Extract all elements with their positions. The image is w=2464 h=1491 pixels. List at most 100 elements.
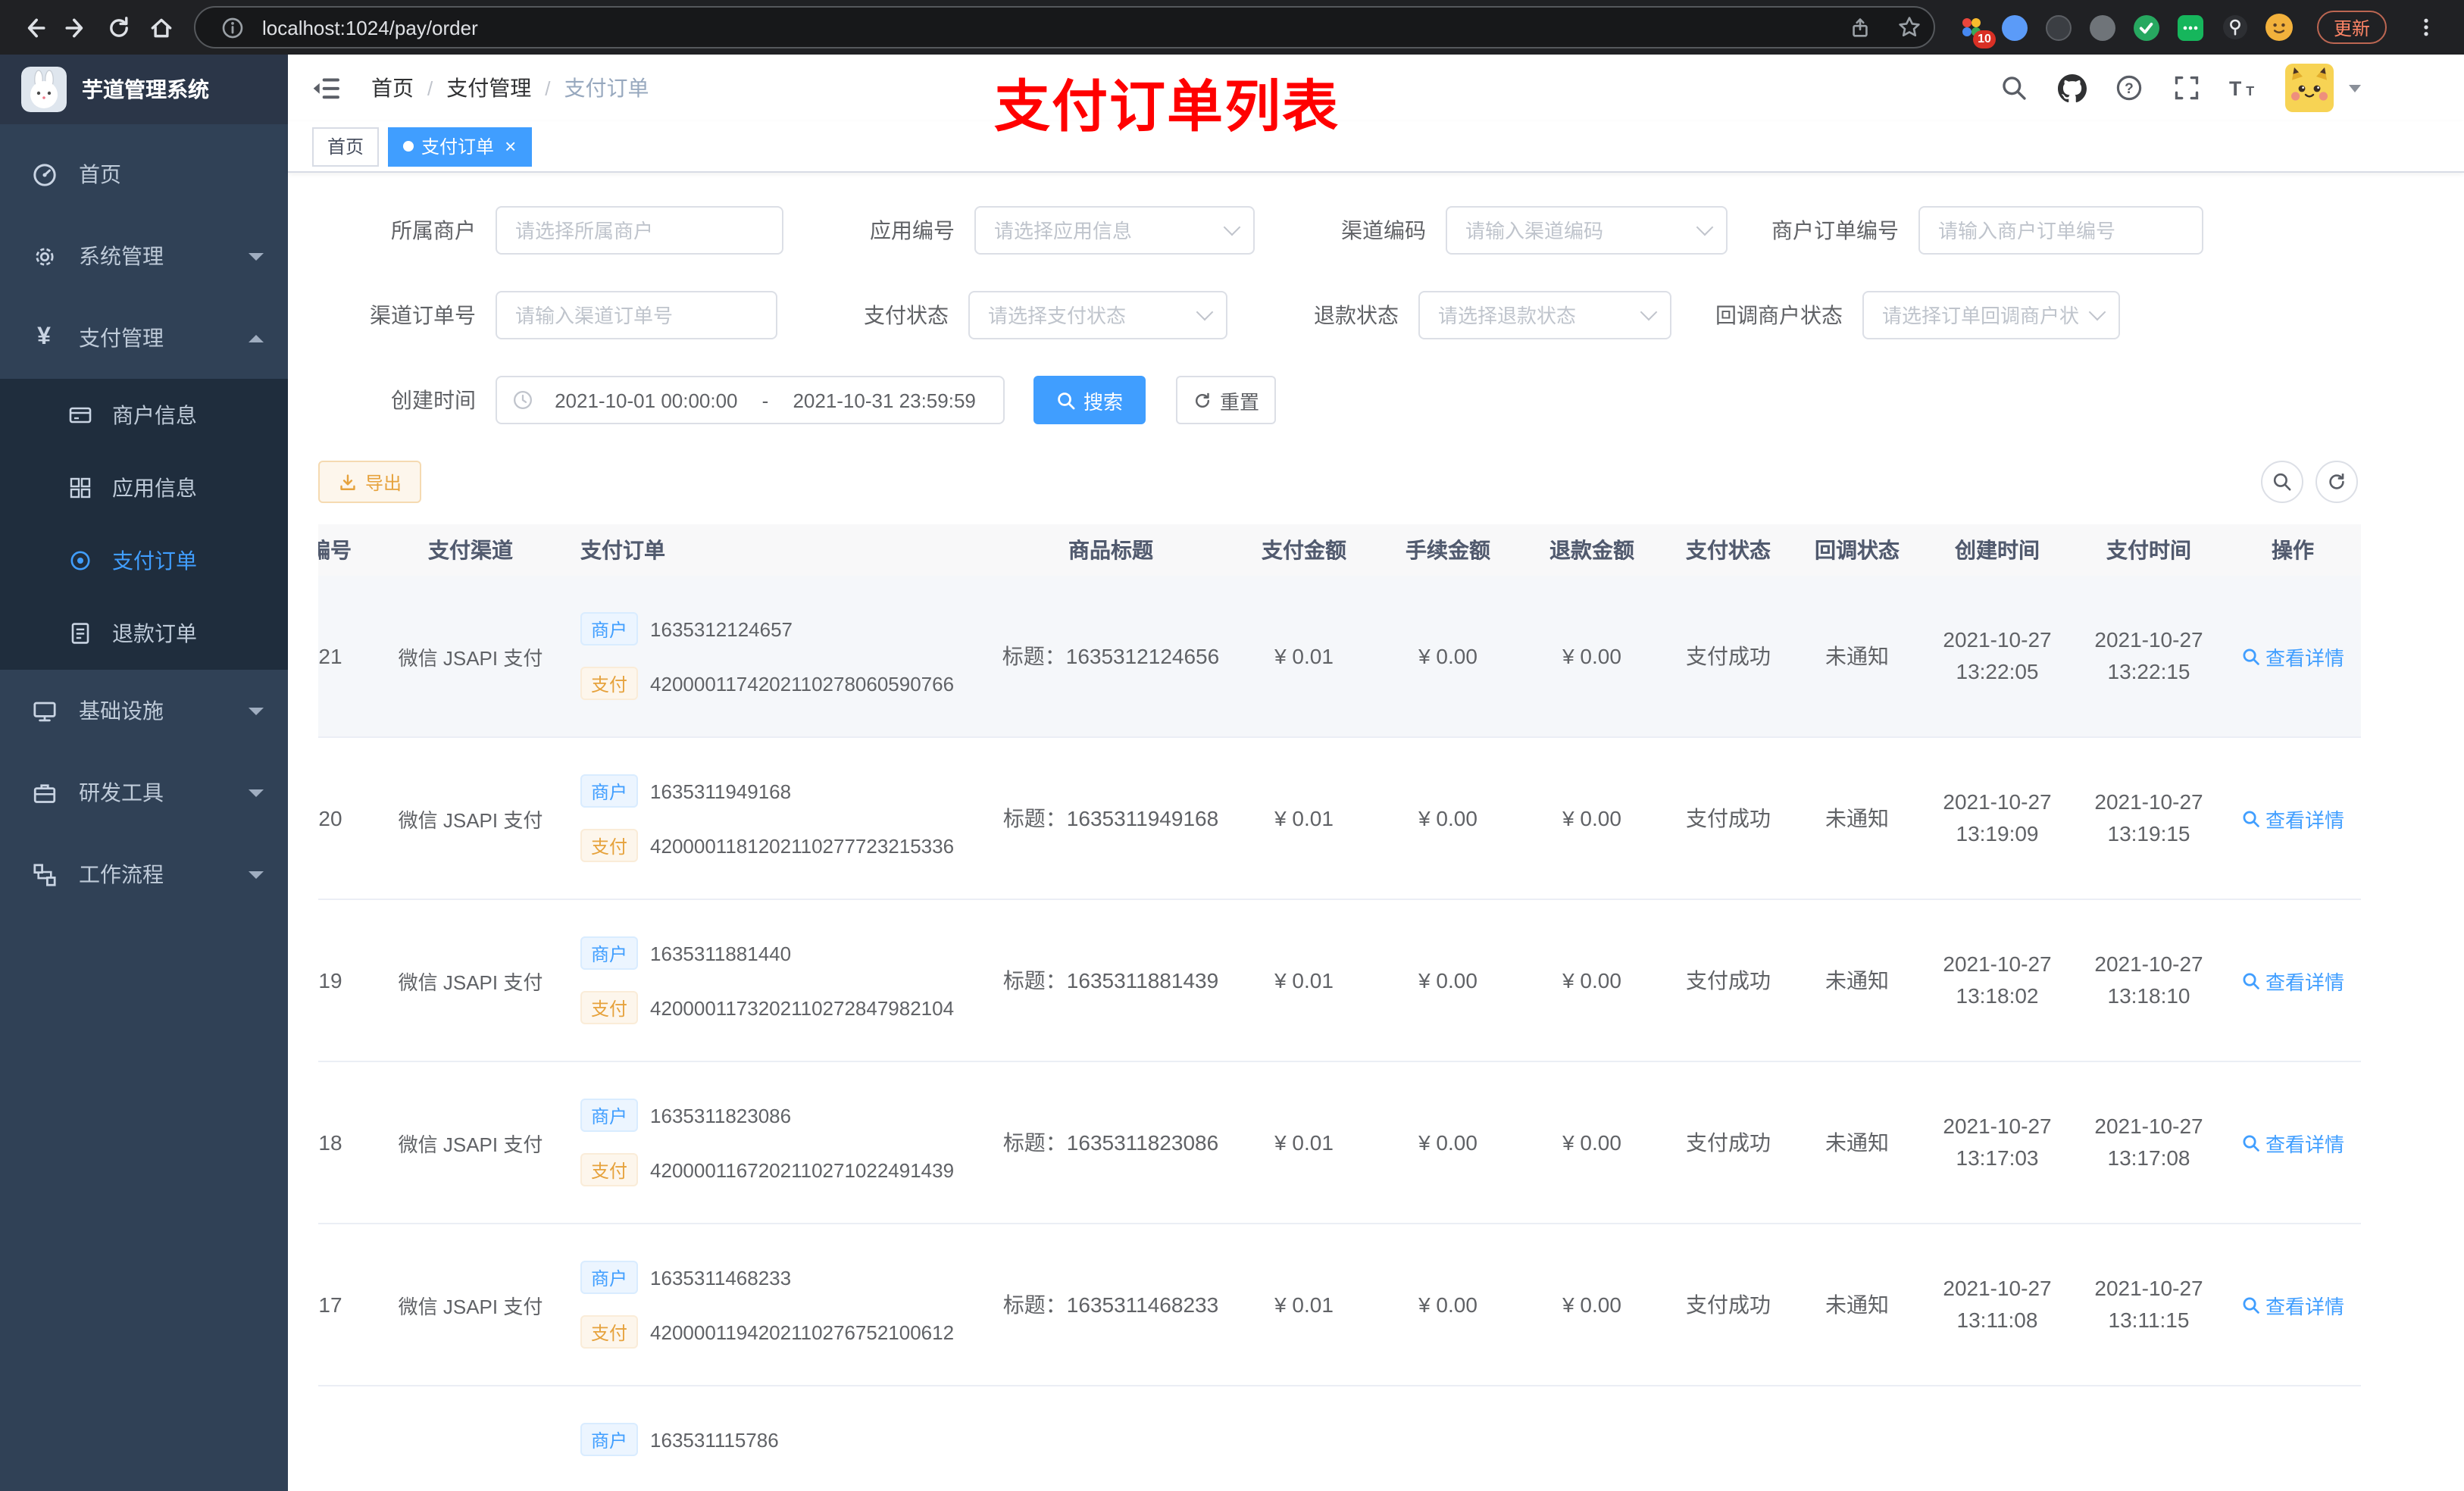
breadcrumb-item-pay-management[interactable]: 支付管理 [446, 73, 531, 103]
pay-status-cell: 支付成功 [1686, 1293, 1771, 1317]
user-avatar[interactable] [2285, 64, 2334, 112]
sidebar-item-home[interactable]: 首页 [0, 133, 288, 215]
order-id-cell: 19 [318, 968, 342, 992]
tab-pay-order[interactable]: 支付订单 × [388, 127, 532, 166]
sidebar-item-system[interactable]: 系统管理 [0, 215, 288, 297]
view-detail-link[interactable]: 查看详情 [2241, 804, 2344, 833]
help-icon[interactable]: ? [2112, 71, 2146, 105]
filter-merchant: 所属商户 [318, 206, 783, 255]
col-header-pay-status: 支付状态 [1686, 538, 1771, 562]
view-detail-link[interactable]: 查看详情 [2241, 1290, 2344, 1319]
sidebar-item-app-info[interactable]: 应用信息 [0, 452, 288, 524]
site-info-icon[interactable] [214, 9, 250, 45]
export-button[interactable]: 导出 [318, 461, 422, 503]
breadcrumb-item-home[interactable]: 首页 [371, 73, 414, 103]
notify-status-select[interactable] [1862, 291, 2120, 339]
view-detail-label: 查看详情 [2265, 808, 2344, 831]
browser-home-icon[interactable] [139, 6, 182, 48]
filter-refund-status: 退款状态 [1241, 291, 1671, 339]
browser-reload-icon[interactable] [97, 6, 139, 48]
create-time-cell: 2021-10-27 13:17:03 [1943, 1114, 2052, 1170]
refresh-button[interactable] [2315, 461, 2358, 503]
table-header: 编号 支付渠道 支付订单 商品标题 支付金额 手续金额 退款金额 支付状态 回调… [318, 524, 2361, 576]
browser-update-button[interactable]: 更新 [2316, 11, 2387, 44]
channel-code-select[interactable] [1446, 206, 1728, 255]
view-detail-link[interactable]: 查看详情 [2241, 642, 2344, 670]
merchant-order-no: 1635311468233 [650, 1266, 792, 1289]
hide-search-button[interactable] [2261, 461, 2303, 503]
pay-time-cell: 2021-10-27 13:11:15 [2094, 1276, 2203, 1332]
channel-order-no-input[interactable] [496, 291, 777, 339]
breadcrumb-separator: / [545, 77, 551, 99]
merchant-select[interactable] [496, 206, 783, 255]
avatar-caret-down-icon[interactable] [2349, 84, 2361, 92]
merchant-order-no-input[interactable] [1918, 206, 2203, 255]
extension-icon-1[interactable]: 10 [1956, 12, 1996, 48]
extension-icon-6[interactable] [2176, 12, 2206, 42]
sidebar-item-label: 系统管理 [79, 244, 164, 268]
table-toolbar: 导出 [318, 461, 2434, 503]
extension-icon-4[interactable] [2088, 12, 2118, 42]
browser-address-bar[interactable]: localhost:1024/pay/order [194, 6, 1935, 48]
search-button[interactable]: 搜索 [1033, 376, 1146, 424]
date-separator: - [761, 389, 769, 411]
sidebar-item-infrastructure[interactable]: 基础设施 [0, 670, 288, 752]
tab-home[interactable]: 首页 [312, 127, 380, 166]
filter-pay-status: 支付状态 [791, 291, 1227, 339]
search-icon[interactable] [1997, 71, 2031, 105]
filter-row-3: 创建时间 2021-10-01 00:00:00 - 2021-10-31 23… [318, 376, 2434, 424]
pay-channel-cell: 微信 JSAPI 支付 [398, 808, 543, 831]
breadcrumb-item-pay-order: 支付订单 [564, 76, 649, 100]
refund-amount-cell: ¥ 0.00 [1562, 644, 1621, 668]
browser-back-icon[interactable] [12, 6, 55, 48]
bookmark-star-icon[interactable] [1891, 9, 1928, 45]
browser-menu-icon[interactable] [2409, 6, 2443, 48]
url-text[interactable]: localhost:1024/pay/order [262, 16, 1831, 39]
font-size-icon[interactable]: TT [2228, 71, 2261, 105]
sidebar-item-refund-order[interactable]: 退款订单 [0, 597, 288, 670]
filter-label: 应用编号 [870, 218, 955, 242]
share-icon[interactable] [1843, 9, 1879, 45]
filter-label: 支付状态 [864, 303, 949, 327]
sidebar-toggle-icon[interactable] [312, 75, 341, 101]
logo-image [21, 67, 67, 112]
pay-amount-cell: ¥ 0.01 [1274, 644, 1334, 668]
product-title-cell: 标题：1635311949168 [1002, 806, 1219, 830]
pay-status-select[interactable] [968, 291, 1227, 339]
notify-status-cell: 未通知 [1825, 1293, 1889, 1317]
extension-icon-7[interactable] [2220, 12, 2250, 42]
sidebar-item-pay-order[interactable]: 支付订单 [0, 524, 288, 597]
browser-forward-icon[interactable] [55, 6, 97, 48]
order-id-cell: 17 [318, 1293, 342, 1317]
sidebar-item-dev-tools[interactable]: 研发工具 [0, 752, 288, 833]
notify-status-cell: 未通知 [1825, 968, 1889, 992]
view-detail-link[interactable]: 查看详情 [2241, 966, 2344, 995]
extension-icon-3[interactable] [2044, 12, 2075, 42]
extension-icon-2[interactable] [2000, 12, 2031, 42]
sidebar-item-workflow[interactable]: 工作流程 [0, 833, 288, 915]
extension-icon-8[interactable] [2264, 12, 2294, 42]
col-header-pay-time: 支付时间 [2106, 538, 2191, 562]
fee-amount-cell: ¥ 0.00 [1418, 644, 1477, 668]
orders-table: 编号 支付渠道 支付订单 商品标题 支付金额 手续金额 退款金额 支付状态 回调… [318, 524, 2434, 1491]
github-icon[interactable] [2055, 71, 2088, 105]
date-range-picker[interactable]: 2021-10-01 00:00:00 - 2021-10-31 23:59:5… [496, 376, 1005, 424]
view-detail-link[interactable]: 查看详情 [2241, 1128, 2344, 1157]
app-id-select[interactable] [974, 206, 1255, 255]
pay-amount-cell: ¥ 0.01 [1274, 806, 1334, 830]
monitor-icon [30, 697, 58, 724]
pay-order-no: 4200001194202110276752100612 [650, 1321, 955, 1343]
pay-tag: 支付 [580, 1315, 639, 1349]
refund-status-select[interactable] [1418, 291, 1671, 339]
sidebar-item-label: 支付管理 [79, 326, 164, 350]
main-area: 首页 / 支付管理 / 支付订单 ? T T 首页 支付订单 × 所属商户 请选… [288, 55, 2464, 1491]
chevron-down-icon [249, 789, 264, 796]
pay-order-cell: 商户 1635312124657 支付 42000011742021102780605… [550, 612, 990, 700]
sidebar-item-label: 研发工具 [79, 780, 164, 805]
sidebar-item-payment[interactable]: ¥ 支付管理 [0, 297, 288, 379]
sidebar-item-merchant-info[interactable]: 商户信息 [0, 379, 288, 452]
fullscreen-icon[interactable] [2170, 71, 2203, 105]
extension-icon-5[interactable] [2132, 12, 2162, 42]
close-icon[interactable]: × [505, 136, 516, 156]
reset-button[interactable]: 重置 [1176, 376, 1277, 424]
